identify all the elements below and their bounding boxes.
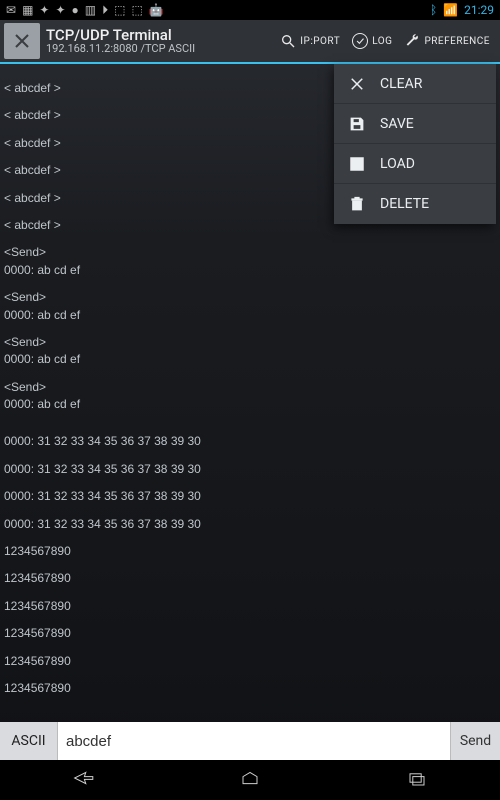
terminal-line: 0000: 31 32 33 34 35 36 37 38 39 30	[4, 433, 496, 450]
home-button[interactable]	[236, 767, 264, 793]
terminal-line: 1234567890	[4, 570, 496, 587]
input-row: ASCII Send	[0, 722, 500, 760]
terminal-line	[4, 643, 496, 653]
terminal-line: 0000: 31 32 33 34 35 36 37 38 39 30	[4, 516, 496, 533]
status-notif-icon: ▦	[22, 4, 33, 16]
log-label: LOG	[372, 36, 392, 47]
menu-load[interactable]: LOAD	[334, 144, 496, 184]
trash-icon	[348, 195, 366, 213]
terminal-line: <Send>	[4, 289, 496, 306]
terminal-line: 1234567890	[4, 625, 496, 642]
terminal-line	[4, 279, 496, 289]
menu-clear[interactable]: CLEAR	[334, 64, 496, 104]
terminal-line	[4, 615, 496, 625]
app-bar: TCP/UDP Terminal 192.168.11.2:8080 /TCP …	[0, 20, 500, 64]
overflow-menu: CLEAR SAVE LOAD DELETE	[334, 64, 496, 224]
status-notif-icon: ✦	[39, 4, 49, 16]
preference-label: PREFERENCE	[424, 36, 490, 47]
terminal-line	[4, 324, 496, 334]
app-bar-actions: IP:PORT LOG PREFERENCE	[276, 29, 494, 53]
terminal-line	[4, 369, 496, 379]
menu-save[interactable]: SAVE	[334, 104, 496, 144]
terminal-line	[4, 413, 496, 423]
terminal-line: 0000: ab cd ef	[4, 307, 496, 324]
close-icon	[348, 75, 366, 93]
app-title-block: TCP/UDP Terminal 192.168.11.2:8080 /TCP …	[46, 27, 195, 56]
wifi-icon: 📶	[443, 4, 458, 16]
terminal-line: 1234567890	[4, 653, 496, 670]
terminal-line	[4, 670, 496, 680]
mode-button[interactable]: ASCII	[0, 722, 58, 760]
load-icon	[348, 155, 366, 173]
status-notif-icon: ✦	[55, 4, 65, 16]
terminal-line: 1234567890	[4, 680, 496, 697]
preference-button[interactable]: PREFERENCE	[400, 29, 494, 53]
terminal-line: 1234567890	[4, 543, 496, 560]
log-button[interactable]: LOG	[348, 29, 396, 53]
status-notif-icon: ●	[72, 4, 79, 16]
terminal-line	[4, 478, 496, 488]
status-notif-icon: ✉	[6, 4, 16, 16]
terminal-line	[4, 560, 496, 570]
save-icon	[348, 115, 366, 133]
terminal-line	[4, 506, 496, 516]
recents-button[interactable]	[403, 767, 431, 793]
status-notif-icon: ⏵	[102, 4, 108, 16]
wrench-icon	[404, 33, 420, 49]
terminal-line	[4, 451, 496, 461]
check-circle-icon	[352, 33, 368, 49]
status-notif-icon: ▥	[85, 4, 96, 16]
terminal-line	[4, 234, 496, 244]
status-time: 21:29	[464, 4, 494, 16]
menu-delete-label: DELETE	[380, 196, 429, 212]
terminal-line: 1234567890	[4, 598, 496, 615]
status-notif-icon: 🤖	[149, 4, 164, 16]
status-right: ᛒ 📶 21:29	[430, 4, 494, 16]
status-bar: ✉ ▦ ✦ ✦ ● ▥ ⏵ ⬚ ⬚ 🤖 ᛒ 📶 21:29	[0, 0, 500, 20]
bluetooth-icon: ᛒ	[430, 4, 437, 16]
ip-port-label: IP:PORT	[300, 36, 340, 47]
terminal-line: 0000: ab cd ef	[4, 262, 496, 279]
ip-port-button[interactable]: IP:PORT	[276, 29, 344, 53]
terminal-line: 0000: 31 32 33 34 35 36 37 38 39 30	[4, 461, 496, 478]
app-icon[interactable]	[4, 23, 40, 59]
status-notif-icon: ⬚	[131, 4, 142, 16]
terminal-line: <Send>	[4, 334, 496, 351]
message-input[interactable]	[58, 733, 450, 750]
search-icon	[280, 33, 296, 49]
terminal-line: <Send>	[4, 379, 496, 396]
terminal-line: 0000: ab cd ef	[4, 351, 496, 368]
menu-load-label: LOAD	[380, 156, 415, 172]
send-button[interactable]: Send	[450, 722, 500, 760]
terminal-line	[4, 533, 496, 543]
terminal-line	[4, 588, 496, 598]
terminal-line	[4, 423, 496, 433]
app-subtitle: 192.168.11.2:8080 /TCP ASCII	[46, 43, 195, 55]
menu-delete[interactable]: DELETE	[334, 184, 496, 224]
terminal-line: 0000: 31 32 33 34 35 36 37 38 39 30	[4, 488, 496, 505]
status-notif-icon: ⬚	[114, 4, 125, 16]
android-nav-bar	[0, 760, 500, 800]
terminal-line: <Send>	[4, 244, 496, 261]
menu-save-label: SAVE	[380, 116, 414, 132]
menu-clear-label: CLEAR	[380, 76, 422, 92]
terminal-line: 0000: ab cd ef	[4, 396, 496, 413]
back-button[interactable]	[69, 767, 97, 793]
status-left-icons: ✉ ▦ ✦ ✦ ● ▥ ⏵ ⬚ ⬚ 🤖	[6, 4, 164, 16]
app-title: TCP/UDP Terminal	[46, 27, 195, 44]
